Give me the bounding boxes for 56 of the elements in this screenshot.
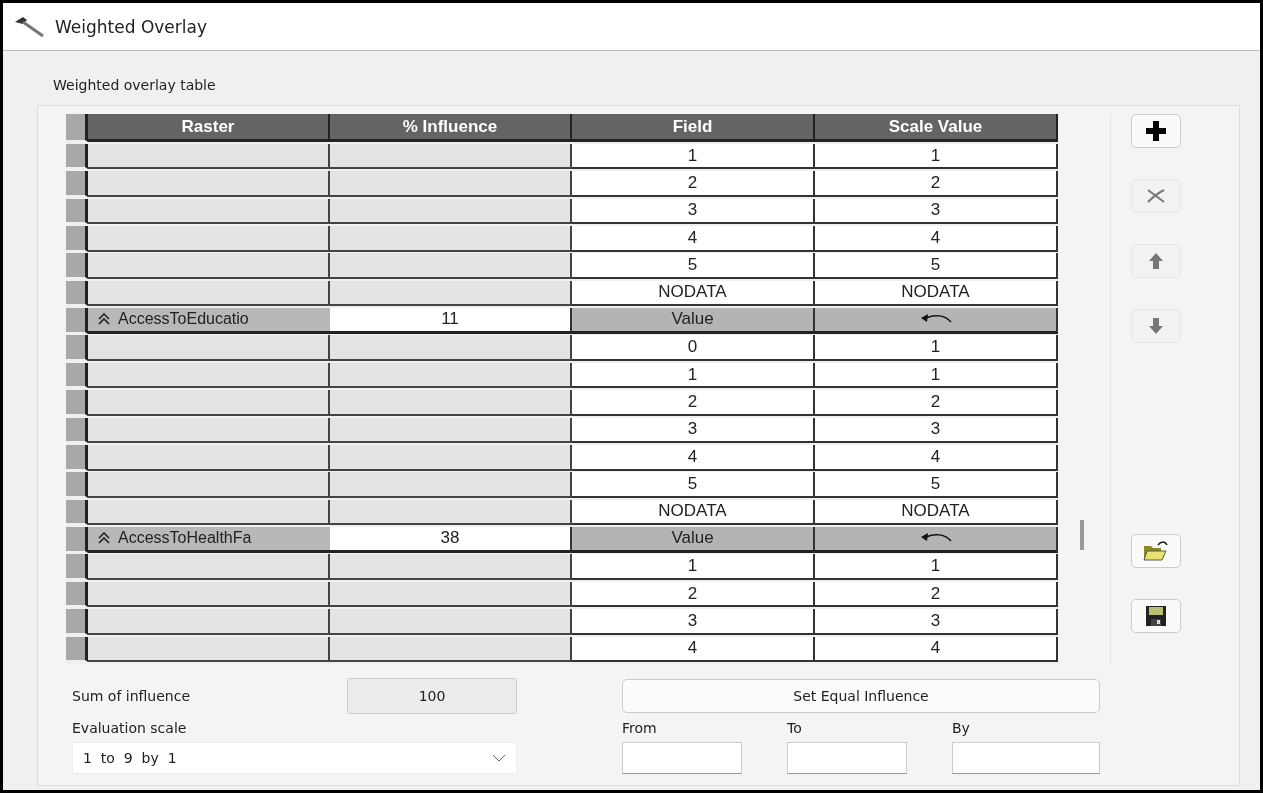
column-header[interactable]: Field xyxy=(572,114,815,142)
table-cell[interactable]: 5 xyxy=(815,472,1058,498)
raster-cell[interactable]: AccessToHealthFa xyxy=(88,527,330,553)
raster-cell[interactable]: AccessToEducatio xyxy=(88,308,330,334)
window-title: Weighted Overlay xyxy=(55,16,207,37)
value-header-cell: Value xyxy=(572,527,815,553)
table-cell[interactable]: 1 xyxy=(572,362,815,389)
table-cell[interactable]: 4 xyxy=(815,636,1058,663)
table-cell[interactable]: 1 xyxy=(572,554,815,581)
table-cell[interactable]: NODATA xyxy=(815,499,1058,526)
value-header-cell: Value xyxy=(572,308,815,334)
table-cell[interactable]: 0 xyxy=(572,335,815,361)
table-cell[interactable]: 3 xyxy=(572,198,815,225)
table-cell[interactable]: 4 xyxy=(572,444,815,471)
table-cell[interactable]: NODATA xyxy=(815,280,1058,307)
table-cell[interactable]: 5 xyxy=(815,253,1058,279)
table-cell[interactable]: 2 xyxy=(572,171,815,197)
range-label: To xyxy=(787,720,803,736)
table-cell[interactable]: 4 xyxy=(572,225,815,252)
sum-label: Sum of influence xyxy=(72,688,192,704)
table-cell[interactable]: 4 xyxy=(572,636,815,663)
scale-dropdown[interactable]: 1 to 9 by 1 xyxy=(72,742,517,774)
table-cell[interactable]: NODATA xyxy=(572,280,815,307)
influence-cell[interactable]: 38 xyxy=(330,527,572,553)
table-cell[interactable]: NODATA xyxy=(572,499,815,526)
table-label: Weighted overlay table xyxy=(53,77,217,93)
set-equal-influence-button[interactable]: Set Equal Influence xyxy=(622,679,1100,713)
table-cell[interactable]: 5 xyxy=(572,472,815,498)
table-cell[interactable]: 1 xyxy=(572,143,815,170)
influence-cell[interactable]: 11 xyxy=(330,308,572,334)
column-header[interactable]: % Influence xyxy=(330,114,572,142)
table-cell[interactable]: 2 xyxy=(815,581,1058,608)
table-cell[interactable]: 3 xyxy=(815,417,1058,444)
column-header[interactable]: Raster xyxy=(88,114,330,142)
table-cell[interactable]: 4 xyxy=(815,444,1058,471)
table-cell[interactable]: 5 xyxy=(572,253,815,279)
table-cell[interactable]: 3 xyxy=(815,198,1058,225)
raster-name: AccessToHealthFa xyxy=(118,529,252,548)
table-cell[interactable]: 2 xyxy=(572,581,815,608)
column-header[interactable]: Scale Value xyxy=(815,114,1058,142)
table-cell[interactable]: 3 xyxy=(572,417,815,444)
table-cell[interactable]: 2 xyxy=(572,390,815,416)
table-cell[interactable]: 1 xyxy=(815,143,1058,170)
range-label: From xyxy=(622,720,658,736)
sum-value: 100 xyxy=(347,678,517,714)
table-cell[interactable]: 1 xyxy=(815,554,1058,581)
table-cell[interactable]: 1 xyxy=(815,335,1058,361)
table-cell[interactable]: 3 xyxy=(815,609,1058,635)
table-cell[interactable]: 1 xyxy=(815,362,1058,389)
range-label: By xyxy=(952,720,971,736)
table-cell[interactable]: 4 xyxy=(815,225,1058,252)
table-cell[interactable]: 2 xyxy=(815,171,1058,197)
scale-label: Evaluation scale xyxy=(72,720,188,736)
table-cell[interactable]: 3 xyxy=(572,609,815,635)
raster-name: AccessToEducatio xyxy=(118,310,249,329)
table-cell[interactable]: 2 xyxy=(815,390,1058,416)
